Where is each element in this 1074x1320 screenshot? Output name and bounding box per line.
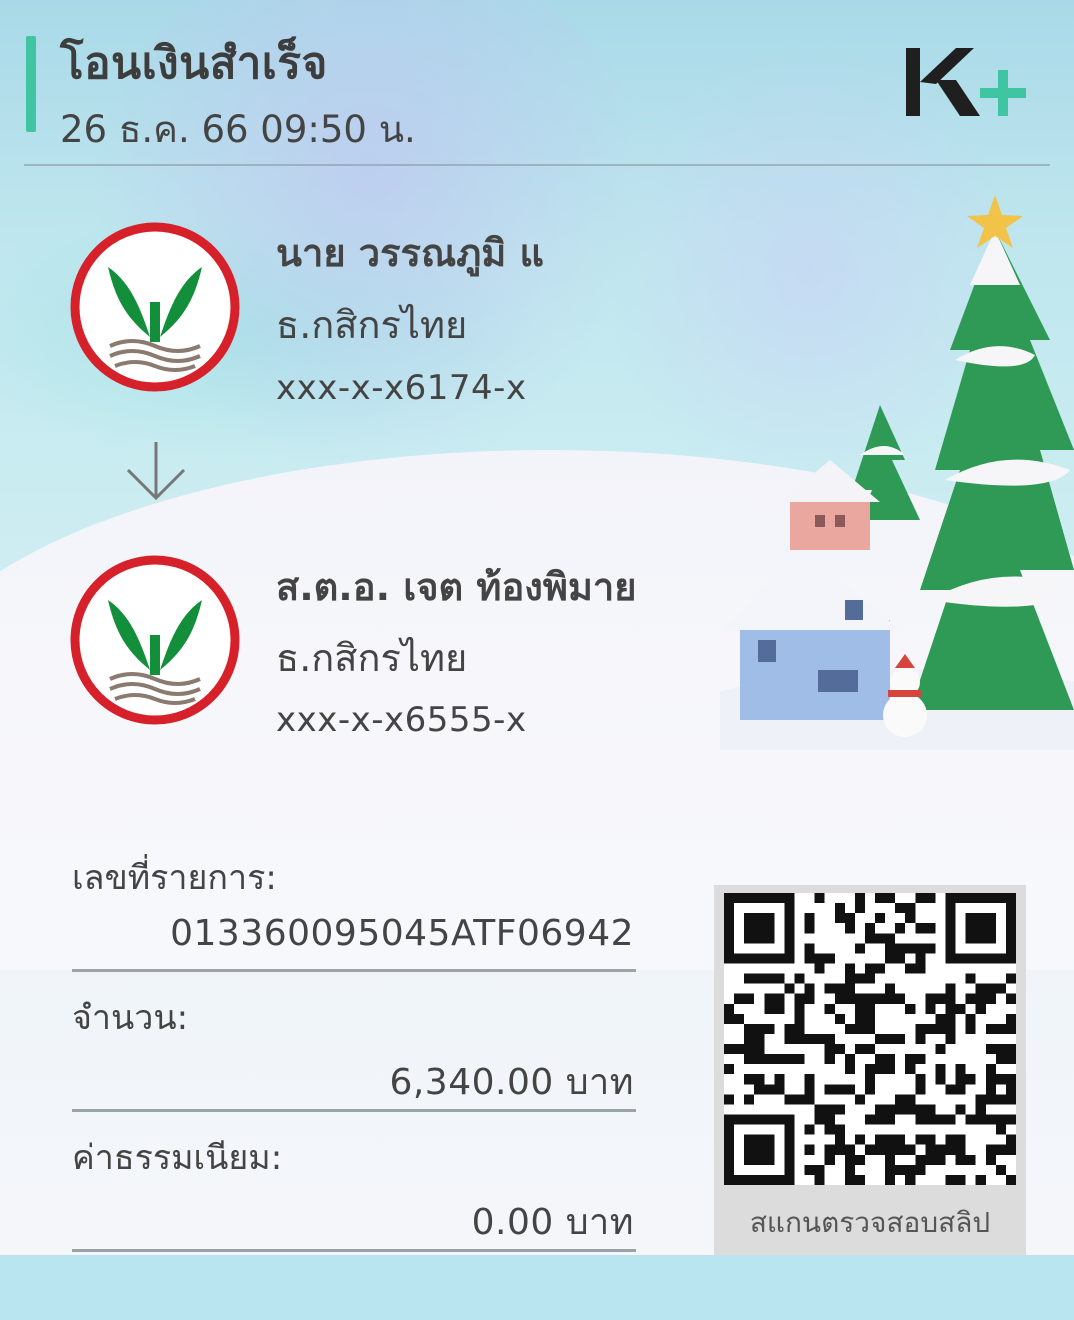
arrow-down-icon xyxy=(126,442,186,501)
christmas-scene-illustration xyxy=(720,195,1074,750)
transaction-datetime: 26 ธ.ค. 66 09:50 น. xyxy=(60,108,416,151)
bottom-bar xyxy=(0,1255,1074,1320)
sender-account: xxx-x-x6174-x xyxy=(276,368,527,408)
qr-panel[interactable]: สแกนตรวจสอบสลิป xyxy=(714,885,1026,1255)
amount-value: 6,340.00 บาท xyxy=(389,1062,634,1103)
receiver-account: xxx-x-x6555-x xyxy=(276,700,527,740)
field-divider xyxy=(72,1249,636,1252)
kasikorn-logo-icon xyxy=(70,222,240,392)
kplus-logo-icon xyxy=(906,48,1026,116)
amount-label: จำนวน: xyxy=(72,998,189,1038)
reference-label: เลขที่รายการ: xyxy=(72,858,277,898)
field-divider xyxy=(72,1109,636,1112)
sender-bank: ธ.กสิกรไทย xyxy=(276,303,468,347)
receiver-bank: ธ.กสิกรไทย xyxy=(276,636,468,680)
fee-value: 0.00 บาท xyxy=(471,1202,634,1243)
title-accent-bar xyxy=(26,36,36,132)
sender-name: นาย วรรณภูมิ แ xyxy=(276,231,545,275)
receiver-name: ส.ต.อ. เจต ท้องพิมาย xyxy=(276,565,637,609)
reference-value: 013360095045ATF06942 xyxy=(170,913,634,954)
page-title: โอนเงินสำเร็จ xyxy=(60,38,328,89)
qr-code[interactable] xyxy=(724,893,1016,1185)
kasikorn-logo-icon xyxy=(70,555,240,725)
field-divider xyxy=(72,969,636,972)
header-divider xyxy=(24,164,1050,166)
fee-label: ค่าธรรมเนียม: xyxy=(72,1138,283,1178)
qr-caption: สแกนตรวจสอบสลิป xyxy=(749,1206,991,1239)
